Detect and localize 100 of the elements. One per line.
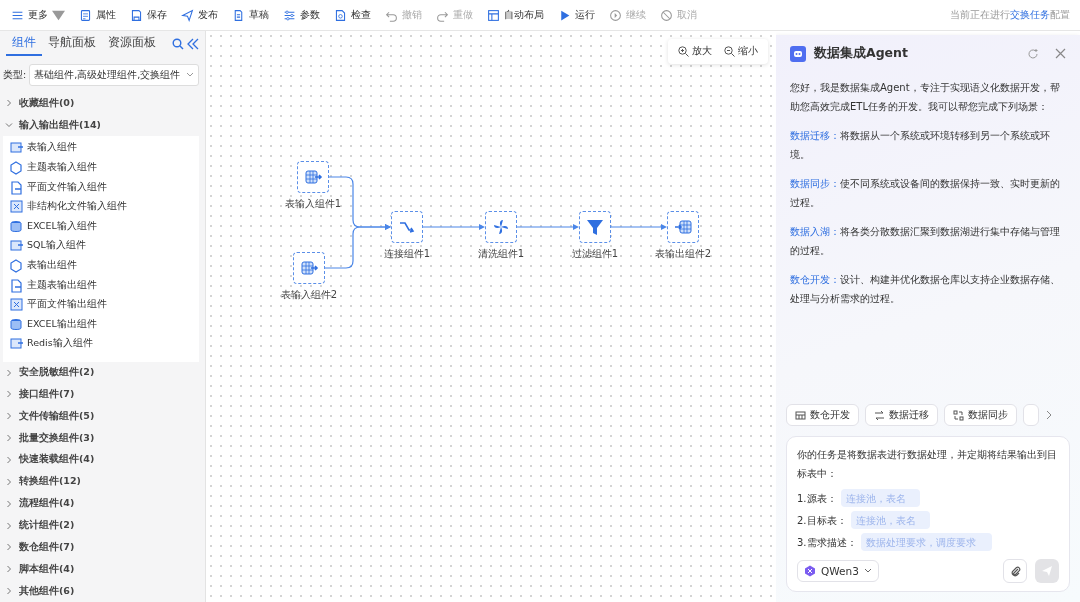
table-icon — [9, 336, 23, 352]
component-item[interactable]: SQL输入组件 — [3, 236, 199, 256]
prompt-box[interactable]: 你的任务是将数据表进行数据处理，并定期将结果输出到目标表中： 1.源表： 连接池，表名 2.目标表： 连接池，表名 3.需求描述： 数据处理要求，调度要求 QWen3 — [786, 436, 1070, 592]
send-icon — [1041, 565, 1053, 577]
category-item[interactable]: 文件传输组件(5) — [0, 405, 205, 428]
field-label: 1.源表： — [797, 491, 837, 506]
category-item[interactable]: 收藏组件(0) — [0, 92, 205, 115]
pinwheel-icon — [491, 217, 511, 237]
component-item[interactable]: 平面文件输入组件 — [3, 177, 199, 197]
chevron-right-icon[interactable] — [1045, 410, 1053, 420]
collapse-icon[interactable] — [187, 37, 199, 50]
component-item[interactable]: 非结构化文件输入组件 — [3, 196, 199, 217]
file-icon — [9, 277, 23, 293]
component-item[interactable]: EXCEL输出组件 — [3, 314, 199, 335]
file-icon — [9, 179, 23, 195]
toolbar-button[interactable]: 草稿 — [225, 3, 276, 27]
funnel-icon — [585, 217, 605, 237]
toolbar-button[interactable]: 运行 — [551, 3, 602, 27]
model-logo-icon — [804, 565, 816, 577]
toolbar-button[interactable]: 检查 — [327, 3, 378, 27]
spreadsheet-icon — [9, 297, 23, 313]
toolbar-button[interactable]: 保存 — [123, 3, 174, 27]
flow-node[interactable] — [391, 211, 423, 243]
category-item[interactable]: 流程组件(4) — [0, 492, 205, 515]
new-chat-button[interactable] — [1027, 47, 1039, 60]
menu-button[interactable]: 更多 — [4, 3, 72, 27]
category-item[interactable]: 接口组件(7) — [0, 383, 205, 406]
input-field[interactable]: 连接池，表名 — [850, 511, 930, 529]
attach-button[interactable] — [1003, 559, 1027, 583]
flow-node[interactable] — [579, 211, 611, 243]
component-item[interactable]: EXCEL输入组件 — [3, 216, 199, 237]
robot-logo-icon — [790, 45, 806, 62]
component-item[interactable]: 主题表输入组件 — [3, 157, 199, 178]
zoom-in-button[interactable]: 放大 — [674, 43, 716, 60]
table-icon — [9, 238, 23, 254]
component-item[interactable]: 表输入组件 — [3, 138, 199, 158]
close-icon — [1055, 48, 1066, 59]
toolbar-button[interactable]: 自动布局 — [480, 3, 551, 27]
toolbar-button[interactable]: 属性 — [72, 3, 123, 27]
category-item[interactable]: 批量交换组件(3) — [0, 427, 205, 450]
scenario-chip[interactable]: 数据迁移 — [865, 404, 938, 426]
sliders-icon — [283, 8, 296, 22]
table-input-icon — [303, 168, 323, 186]
toolbar-button[interactable]: 发布 — [174, 3, 225, 27]
category-item[interactable]: 安全脱敏组件(2) — [0, 361, 205, 384]
panel-tab[interactable]: 导航面板 — [42, 31, 102, 57]
component-item[interactable]: Redis输入组件 — [3, 334, 199, 354]
category-item[interactable]: 统计组件(2) — [0, 514, 205, 537]
status-text: 当前正在进行交换任务配置 — [950, 8, 1071, 22]
layout-icon — [487, 8, 500, 22]
connector-arrow — [422, 224, 485, 230]
zoom-in-icon — [678, 46, 689, 57]
component-item[interactable]: 平面文件输出组件 — [3, 294, 199, 315]
database-icon — [9, 218, 23, 234]
new-chat-icon — [1027, 47, 1039, 60]
flow-node[interactable] — [485, 211, 517, 243]
prompt-text: 你的任务是将数据表进行数据处理，并定期将结果输出到目标表中： — [797, 448, 1058, 481]
category-item[interactable]: 输入输出组件(14) — [0, 114, 205, 137]
agent-title: 数据集成Agent — [814, 45, 909, 62]
category-item[interactable]: 数仓组件(7) — [0, 536, 205, 559]
panel-tab[interactable]: 组件 — [6, 31, 42, 57]
scenario-text: 数据同步：使不同系统或设备间的数据保持一致、实时更新的过程。 — [790, 177, 1061, 210]
input-field[interactable]: 连接池，表名 — [840, 489, 920, 507]
toolbar-button[interactable]: 参数 — [276, 3, 327, 27]
close-button[interactable] — [1055, 48, 1066, 59]
flow-node[interactable] — [293, 252, 325, 284]
search-icon[interactable] — [172, 37, 184, 50]
task-link[interactable]: 交换任务 — [1010, 8, 1050, 20]
check-icon — [334, 8, 347, 22]
flow-node[interactable] — [297, 161, 329, 193]
caret-icon — [52, 8, 65, 22]
type-label: 类型: — [3, 68, 27, 82]
scenario-chip[interactable]: 数据同步 — [944, 404, 1017, 426]
draft-icon — [232, 8, 245, 22]
panel-tab[interactable]: 资源面板 — [102, 31, 162, 57]
component-item[interactable]: 主题表输出组件 — [3, 275, 199, 295]
category-item[interactable]: 转换组件(12) — [0, 470, 205, 493]
scenario-text: 数据入湖：将各类分散数据汇聚到数据湖进行集中存储与管理的过程。 — [790, 225, 1061, 258]
swap-icon — [874, 409, 885, 421]
scenario-text: 数据迁移：将数据从一个系统或环境转移到另一个系统或环境。 — [790, 129, 1051, 162]
play-circle-icon — [609, 8, 622, 22]
node-label: 表输入组件2 — [280, 288, 338, 302]
model-select[interactable]: QWen3 — [797, 560, 879, 582]
component-item[interactable]: 表输出组件 — [3, 255, 199, 276]
zoom-out-button[interactable]: 缩小 — [720, 43, 762, 60]
zoom-out-icon — [724, 46, 735, 57]
input-field[interactable]: 数据处理要求，调度要求 — [860, 533, 993, 551]
type-select[interactable]: 基础组件,高级处理组件,交换组件 — [29, 64, 199, 87]
scenario-chip[interactable]: 数仓开发 — [786, 404, 859, 426]
node-label: 表输入组件1 — [284, 197, 342, 211]
category-item[interactable]: 脚本组件(4) — [0, 558, 205, 581]
flow-node[interactable] — [667, 211, 699, 243]
sync-icon — [953, 409, 964, 421]
spreadsheet-icon — [9, 199, 23, 215]
category-item[interactable]: 其他组件(6) — [0, 580, 205, 602]
category-item[interactable]: 快速装载组件(4) — [0, 449, 205, 471]
cancel-icon — [660, 8, 673, 22]
field-label: 3.需求描述： — [797, 535, 857, 550]
send-icon — [181, 8, 194, 22]
table-icon — [9, 140, 23, 156]
